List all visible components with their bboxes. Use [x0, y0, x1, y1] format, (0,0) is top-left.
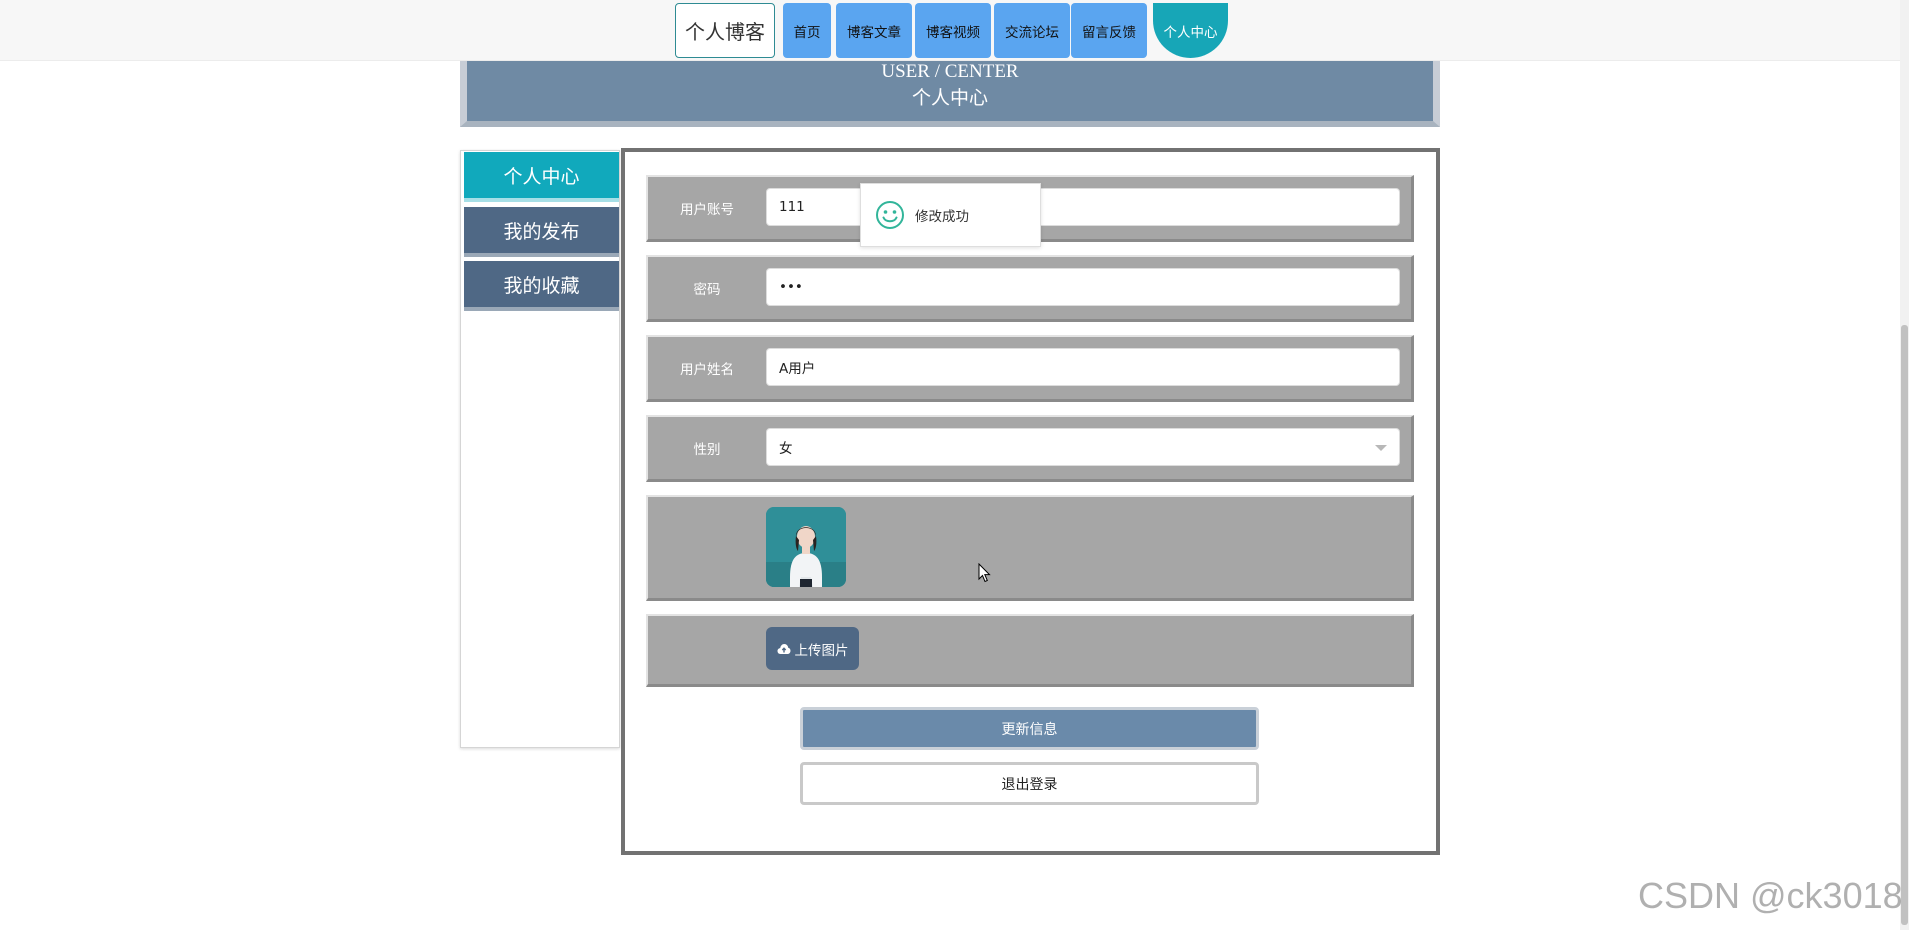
name-input[interactable] [766, 348, 1400, 386]
toast-message: 修改成功 [915, 209, 969, 225]
nav-item-forum[interactable]: 交流论坛 [994, 3, 1070, 58]
banner-title-en: USER / CENTER [881, 61, 1019, 82]
form-row-name: 用户姓名 [646, 335, 1414, 402]
top-nav: 个人博客 首页 博客文章 博客视频 交流论坛 留言反馈 个人中心 [0, 0, 1909, 61]
nav-item-blog-articles[interactable]: 博客文章 [836, 3, 912, 58]
brand-logo[interactable]: 个人博客 [675, 3, 775, 58]
form-row-upload: 上传图片 [646, 614, 1414, 687]
sidebar-item-my-favorites[interactable]: 我的收藏 [464, 261, 619, 311]
smile-icon [876, 201, 904, 229]
form-row-avatar [646, 495, 1414, 601]
gender-select[interactable]: 女 [766, 428, 1400, 466]
cloud-upload-icon [777, 643, 790, 654]
form-row-gender: 性别 女 [646, 415, 1414, 482]
password-input[interactable] [766, 268, 1400, 306]
nav-item-user-center[interactable]: 个人中心 [1153, 3, 1228, 58]
update-info-button[interactable]: 更新信息 [800, 707, 1259, 750]
upload-image-button[interactable]: 上传图片 [766, 627, 859, 670]
mouse-cursor-icon [978, 563, 991, 583]
watermark: CSDN @ck3018 [1638, 875, 1903, 916]
nav-item-feedback[interactable]: 留言反馈 [1071, 3, 1147, 58]
gender-label: 性别 [693, 442, 721, 458]
form-row-password: 密码 [646, 255, 1414, 322]
page-banner: USER / CENTER 个人中心 [460, 61, 1440, 127]
gender-select-value: 女 [779, 441, 793, 457]
nav-item-blog-videos[interactable]: 博客视频 [915, 3, 991, 58]
sidebar-item-user-center[interactable]: 个人中心 [464, 152, 619, 202]
banner-title-zh: 个人中心 [911, 88, 988, 109]
password-label: 密码 [693, 282, 721, 298]
name-label: 用户姓名 [680, 362, 734, 378]
success-toast: 修改成功 [860, 183, 1041, 247]
sidebar: 个人中心 我的发布 我的收藏 [460, 150, 620, 748]
nav-item-home[interactable]: 首页 [783, 3, 831, 58]
page-scrollbar-thumb[interactable] [1901, 325, 1908, 925]
account-label: 用户账号 [680, 202, 734, 218]
chevron-down-icon [1375, 445, 1387, 451]
logout-button[interactable]: 退出登录 [800, 762, 1259, 805]
upload-image-label: 上传图片 [794, 642, 849, 659]
sidebar-item-my-posts[interactable]: 我的发布 [464, 207, 619, 257]
avatar-image[interactable] [766, 507, 846, 587]
